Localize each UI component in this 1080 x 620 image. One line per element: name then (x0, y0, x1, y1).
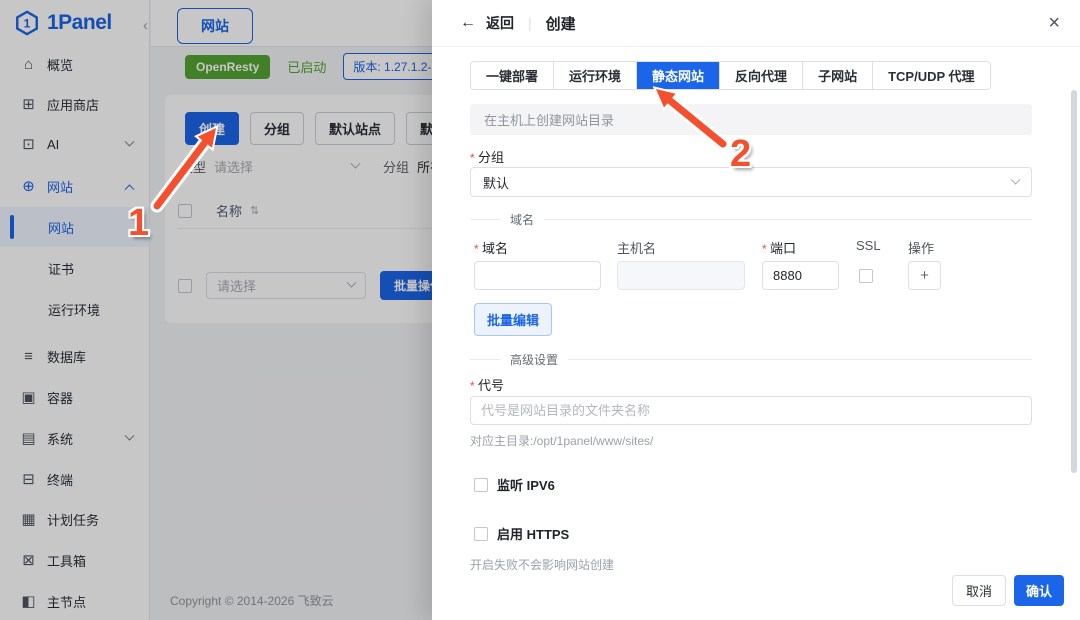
alias-field-label: 代号 (470, 375, 504, 394)
ssl-column-label: SSL (856, 238, 881, 253)
close-icon[interactable]: × (1048, 13, 1060, 33)
back-arrow-icon[interactable]: ← (460, 14, 476, 32)
ipv6-toggle-row: 监听 IPV6 (474, 475, 555, 494)
https-toggle-row: 启用 HTTPS (474, 524, 569, 543)
chevron-down-icon (1011, 174, 1021, 184)
port-field-label: 端口 (762, 238, 796, 257)
ipv6-label: 监听 IPV6 (497, 475, 555, 494)
back-button[interactable]: 返回 (486, 13, 514, 33)
drawer-header: ← 返回 | 创建 × (432, 0, 1080, 47)
hostname-input (617, 261, 745, 290)
drawer-title: 创建 (546, 13, 576, 34)
hostname-field-label: 主机名 (617, 238, 656, 257)
https-checkbox[interactable] (474, 527, 488, 541)
cancel-button[interactable]: 取消 (952, 575, 1006, 606)
ssl-checkbox[interactable] (859, 269, 873, 283)
divider: | (528, 15, 532, 31)
alias-input[interactable] (470, 396, 1032, 425)
confirm-button[interactable]: 确认 (1014, 575, 1064, 606)
group-field-label: 分组 (470, 147, 504, 166)
ipv6-checkbox[interactable] (474, 478, 488, 492)
domain-field-label: 域名 (474, 238, 508, 257)
batch-edit-button[interactable]: 批量编辑 (474, 303, 552, 336)
tab-one-click-deploy[interactable]: 一键部署 (471, 62, 553, 89)
info-banner: 在主机上创建网站目录 (470, 104, 1032, 135)
alias-helper: 对应主目录:/opt/1panel/www/sites/ (470, 432, 653, 449)
domain-input[interactable] (474, 261, 601, 290)
drawer-scrollbar[interactable] (1071, 90, 1077, 473)
create-type-tabs: 一键部署 运行环境 静态网站 反向代理 子网站 TCP/UDP 代理 (470, 61, 991, 90)
add-domain-button[interactable]: + (908, 261, 941, 290)
tab-runtime[interactable]: 运行环境 (553, 62, 636, 89)
app: 1 1Panel ‹ ⌂ 概览 ⊞ 应用商店 ⊡ AI ⊕ 网站 网站 证书 (0, 0, 1080, 620)
ops-column-label: 操作 (908, 238, 934, 257)
group-select[interactable]: 默认 (470, 167, 1032, 197)
tab-reverse-proxy[interactable]: 反向代理 (719, 62, 802, 89)
tab-subsite[interactable]: 子网站 (802, 62, 872, 89)
tab-tcp-udp-proxy[interactable]: TCP/UDP 代理 (872, 62, 989, 89)
advanced-section-label: 高级设置 (500, 351, 568, 368)
advanced-section-divider: 高级设置 (470, 351, 1032, 368)
https-helper: 开启失败不会影响网站创建 (470, 556, 614, 573)
tab-static-website[interactable]: 静态网站 (636, 62, 719, 89)
create-website-drawer: ← 返回 | 创建 × 一键部署 运行环境 静态网站 反向代理 子网站 TCP/… (432, 0, 1080, 620)
domain-section-label: 域名 (500, 211, 544, 228)
https-label: 启用 HTTPS (497, 524, 569, 543)
domain-section-divider: 域名 (470, 211, 1032, 228)
port-input[interactable] (762, 261, 839, 290)
